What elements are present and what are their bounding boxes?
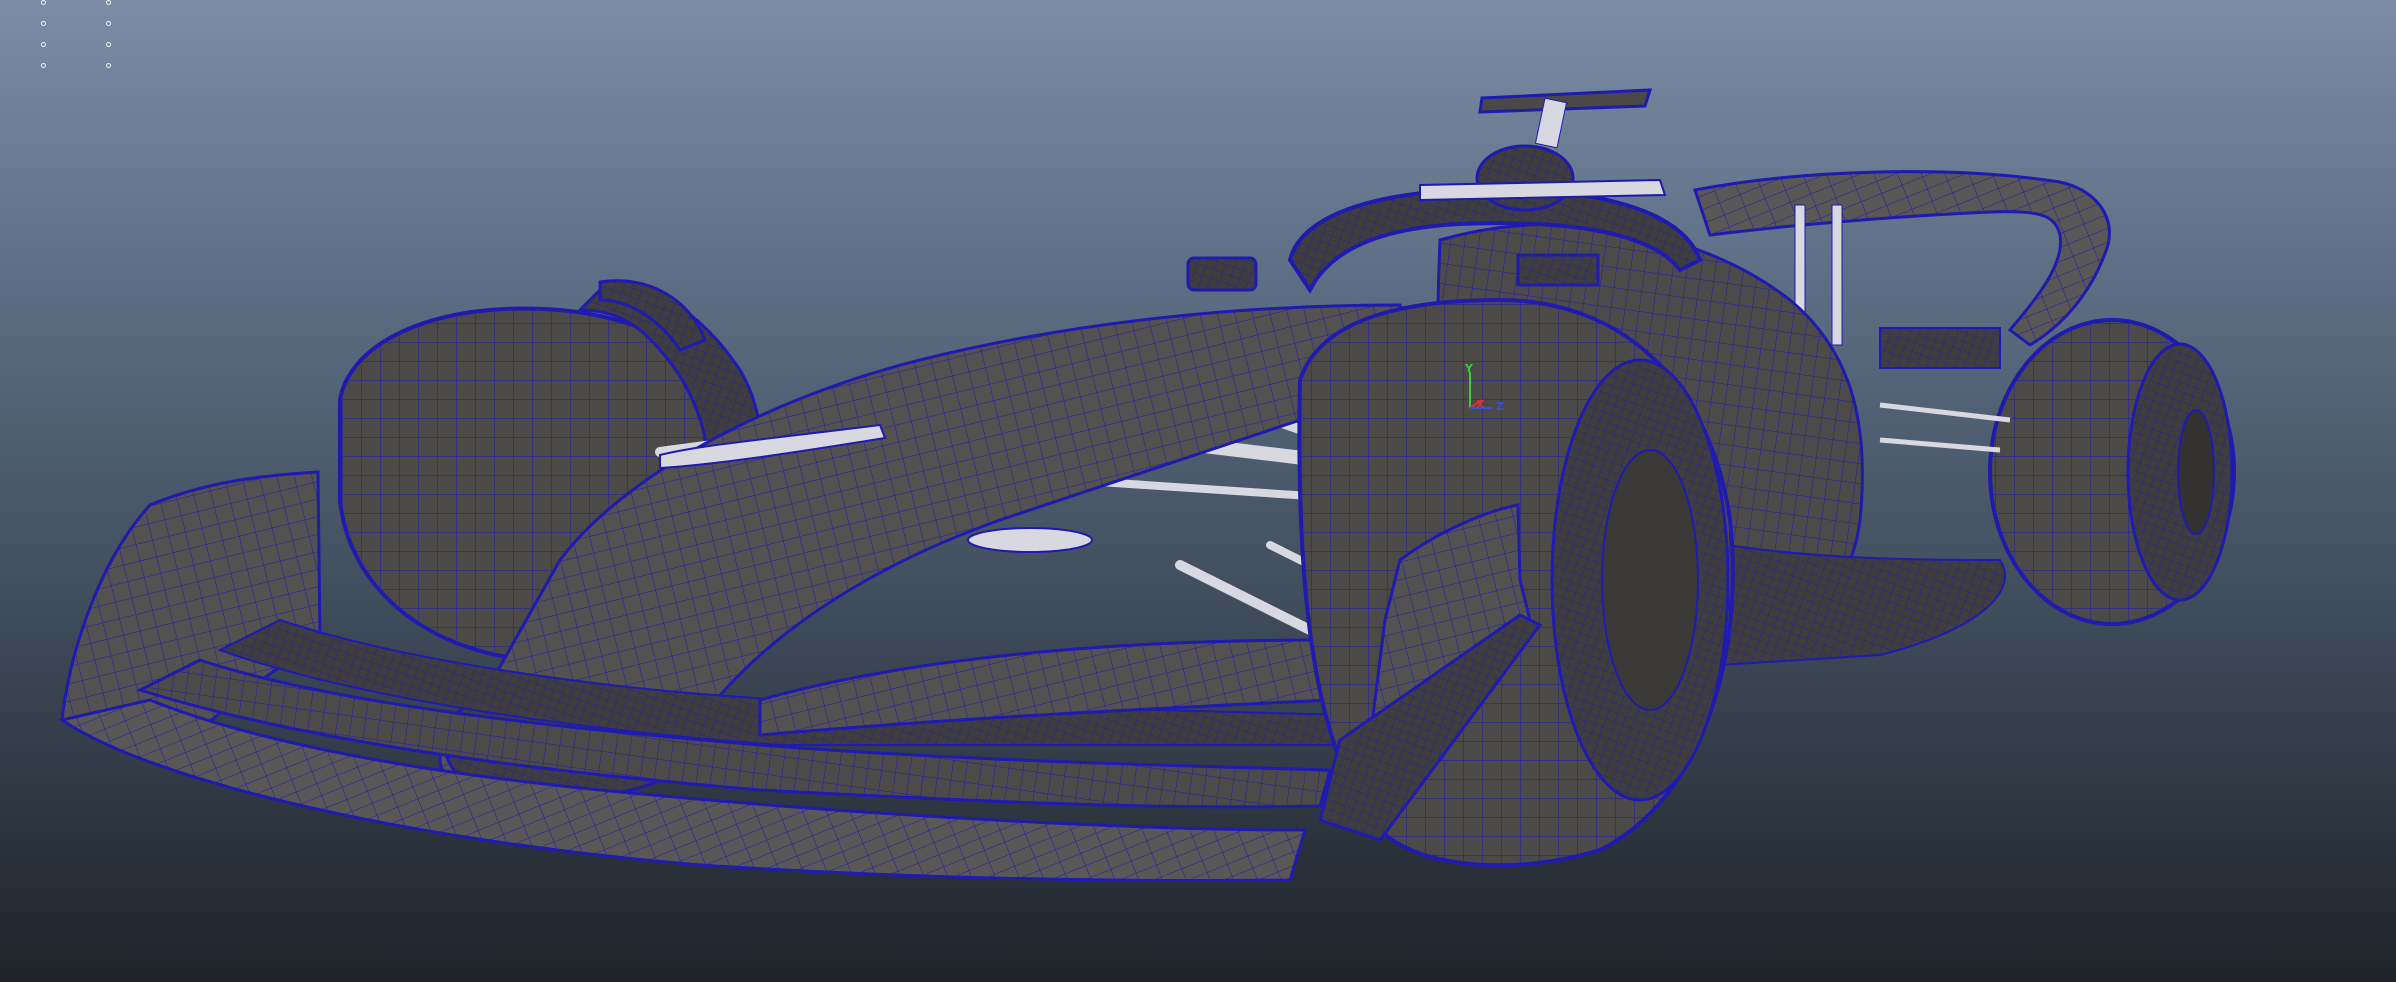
car-model[interactable]: Y X Z xyxy=(0,0,2396,982)
axis-z-label: Z xyxy=(1496,400,1504,413)
axis-x-label: X xyxy=(1476,398,1485,411)
axis-y-label: Y xyxy=(1464,362,1474,375)
rear-right-wheel[interactable] xyxy=(1988,318,2236,626)
3d-viewport[interactable]: Y X Z xyxy=(0,0,2396,982)
